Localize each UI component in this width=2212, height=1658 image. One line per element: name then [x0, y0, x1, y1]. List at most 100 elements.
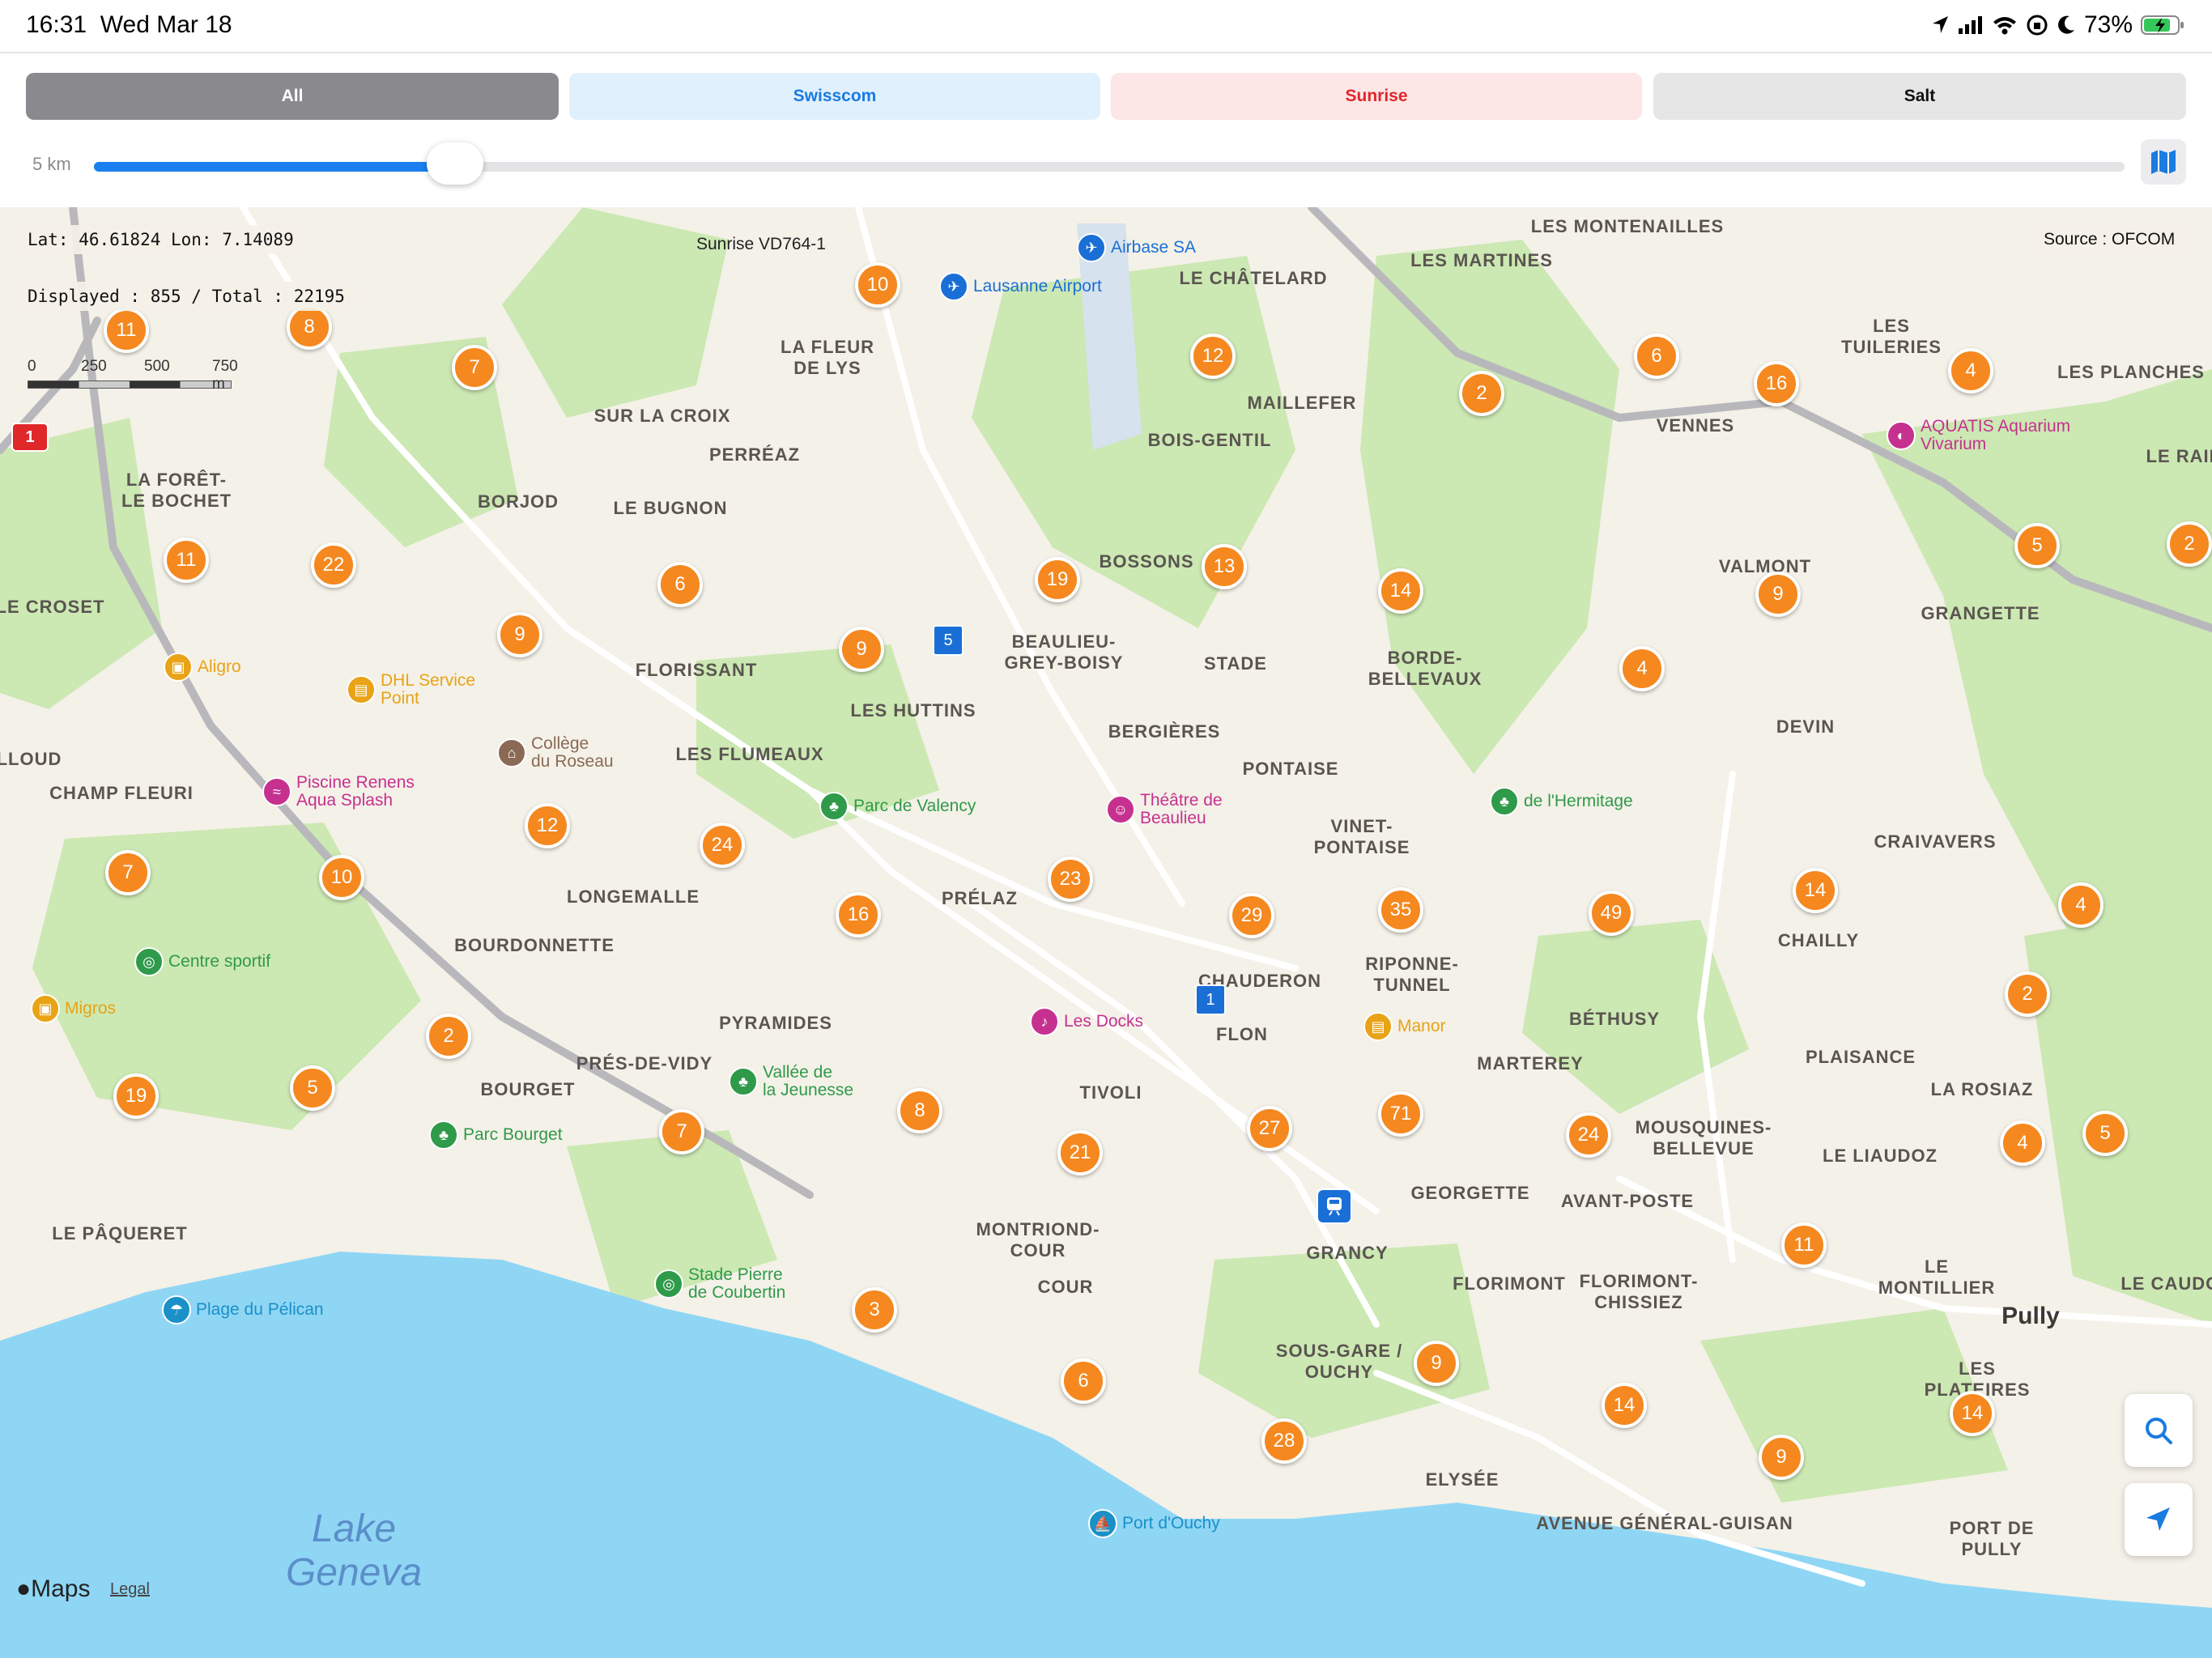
- orientation-lock-icon: [2027, 15, 2048, 36]
- antenna-cluster[interactable]: 14: [1793, 868, 1838, 913]
- sport-icon: ◎: [134, 947, 164, 976]
- poi-marker[interactable]: ◎ Centre sportif: [134, 947, 270, 976]
- status-time: 16:31: [26, 11, 87, 38]
- antenna-cluster[interactable]: 9: [839, 627, 884, 672]
- antenna-cluster[interactable]: 27: [1247, 1106, 1292, 1151]
- antenna-cluster[interactable]: 7: [452, 345, 497, 390]
- antenna-cluster[interactable]: 9: [1759, 1435, 1804, 1480]
- poi-marker[interactable]: ✈ Airbase SA: [1077, 233, 1196, 262]
- antenna-cluster[interactable]: 11: [1781, 1222, 1827, 1268]
- metro-station-icon[interactable]: 5: [933, 625, 963, 656]
- place-label: PORT DE PULLY: [1949, 1518, 2035, 1559]
- antenna-cluster[interactable]: 23: [1048, 857, 1093, 902]
- antenna-cluster[interactable]: 9: [1414, 1341, 1459, 1386]
- filter-all-button[interactable]: All: [26, 73, 559, 120]
- radius-slider-thumb[interactable]: [426, 142, 483, 185]
- fish-icon: ◐: [1887, 421, 1916, 450]
- antenna-cluster[interactable]: 3: [852, 1287, 897, 1333]
- antenna-cluster[interactable]: 6: [1061, 1358, 1106, 1404]
- antenna-cluster[interactable]: 2: [2167, 521, 2212, 567]
- poi-marker[interactable]: ♣ Vallée de la Jeunesse: [729, 1064, 853, 1099]
- train-station-icon[interactable]: [1317, 1188, 1352, 1224]
- antenna-cluster[interactable]: 4: [2000, 1120, 2045, 1166]
- poi-marker[interactable]: ≈ Piscine Renens Aqua Splash: [262, 774, 415, 810]
- radius-slider[interactable]: [94, 162, 2125, 172]
- antenna-cluster[interactable]: 24: [700, 823, 745, 868]
- poi-marker[interactable]: ✈ Lausanne Airport: [939, 272, 1102, 301]
- antenna-cluster[interactable]: 8: [287, 304, 332, 350]
- search-button[interactable]: [2125, 1394, 2193, 1467]
- antenna-cluster[interactable]: 49: [1589, 891, 1634, 936]
- poi-marker[interactable]: ⌂ Collège du Roseau: [497, 735, 614, 771]
- antenna-cluster[interactable]: 12: [1190, 334, 1236, 379]
- antenna-cluster[interactable]: 4: [1948, 348, 1993, 393]
- antenna-cluster[interactable]: 13: [1202, 544, 1247, 589]
- antenna-cluster[interactable]: 5: [290, 1065, 335, 1111]
- poi-marker[interactable]: ◐ AQUATIS Aquarium Vivarium: [1887, 418, 2070, 453]
- lake-label: Lake Geneva: [285, 1507, 423, 1594]
- poi-label: Lausanne Airport: [973, 277, 1102, 295]
- poi-marker[interactable]: ⛵ Port d'Ouchy: [1088, 1509, 1220, 1538]
- antenna-cluster[interactable]: 2: [2005, 971, 2050, 1017]
- antenna-cluster[interactable]: 9: [497, 612, 542, 657]
- poi-marker[interactable]: ♣ de l'Hermitage: [1490, 787, 1633, 816]
- antenna-cluster[interactable]: 14: [1950, 1391, 1995, 1436]
- antenna-cluster[interactable]: 7: [105, 850, 151, 895]
- poi-marker[interactable]: ♪ Les Docks: [1030, 1007, 1143, 1036]
- scale-tick: 250: [81, 358, 107, 375]
- locate-me-button[interactable]: [2125, 1483, 2193, 1556]
- antenna-cluster[interactable]: 19: [113, 1073, 159, 1119]
- antenna-cluster[interactable]: 2: [1459, 371, 1504, 416]
- antenna-cluster[interactable]: 5: [2082, 1111, 2128, 1156]
- map-view[interactable]: LES MONTENAILLES LES MARTINES LE CHÂTELARD…: [0, 207, 2212, 1658]
- antenna-cluster[interactable]: 22: [311, 542, 356, 588]
- antenna-cluster[interactable]: 6: [657, 562, 703, 607]
- cart-icon: ▣: [164, 653, 193, 682]
- poi-marker[interactable]: ◎ Stade Pierre de Coubertin: [654, 1266, 785, 1302]
- metro-station-icon[interactable]: 1: [1195, 984, 1226, 1015]
- antenna-cluster[interactable]: 4: [2058, 882, 2104, 928]
- antenna-cluster[interactable]: 10: [855, 262, 900, 308]
- coordinates-readout: Lat: 46.61824 Lon: 7.14089: [18, 225, 304, 254]
- antenna-cluster[interactable]: 8: [897, 1088, 942, 1133]
- poi-marker[interactable]: ♣ Parc Bourget: [429, 1120, 563, 1150]
- poi-marker[interactable]: ▣ Migros: [31, 994, 116, 1023]
- antenna-cluster[interactable]: 14: [1602, 1383, 1647, 1428]
- legal-link[interactable]: Legal: [110, 1580, 150, 1599]
- antenna-cluster[interactable]: 5: [2014, 523, 2060, 568]
- antenna-cluster[interactable]: 7: [659, 1109, 704, 1154]
- antenna-cluster[interactable]: 11: [104, 308, 149, 353]
- antenna-cluster[interactable]: 6: [1634, 334, 1679, 379]
- antenna-cluster[interactable]: 29: [1229, 893, 1274, 938]
- antenna-cluster[interactable]: 10: [319, 855, 364, 900]
- antenna-cluster[interactable]: 19: [1035, 557, 1080, 602]
- antenna-cluster[interactable]: 16: [1754, 361, 1799, 406]
- poi-marker[interactable]: ☂ Plage du Pélican: [162, 1295, 324, 1324]
- antenna-cluster[interactable]: 71: [1378, 1091, 1423, 1137]
- poi-marker[interactable]: ▤ DHL Service Point: [347, 672, 475, 708]
- antenna-cluster[interactable]: 11: [164, 538, 209, 583]
- antenna-cluster[interactable]: 14: [1378, 568, 1423, 614]
- place-label: LLOUD: [0, 749, 62, 769]
- place-label: PRÉLAZ: [942, 888, 1018, 908]
- filter-salt-button[interactable]: Salt: [1653, 73, 2186, 120]
- antenna-cluster[interactable]: 2: [426, 1014, 471, 1059]
- antenna-cluster[interactable]: 35: [1378, 887, 1423, 933]
- antenna-cluster[interactable]: 16: [836, 892, 881, 937]
- scale-tick: 500: [144, 358, 170, 375]
- poi-marker[interactable]: ▤ Manor: [1363, 1012, 1446, 1041]
- poi-marker[interactable]: ☺ Théâtre de Beaulieu: [1106, 792, 1223, 827]
- filter-swisscom-button[interactable]: Swisscom: [569, 73, 1100, 120]
- filter-sunrise-button[interactable]: Sunrise: [1111, 73, 1642, 120]
- map-mode-button[interactable]: [2141, 139, 2186, 185]
- antenna-cluster[interactable]: 21: [1057, 1130, 1103, 1175]
- place-label: VALMONT: [1718, 556, 1812, 576]
- poi-marker[interactable]: ♣ Parc de Valency: [819, 792, 976, 821]
- antenna-cluster[interactable]: 12: [525, 803, 570, 848]
- poi-label: Stade Pierre de Coubertin: [688, 1265, 786, 1302]
- antenna-cluster[interactable]: 28: [1261, 1418, 1307, 1464]
- antenna-cluster[interactable]: 4: [1619, 646, 1665, 691]
- antenna-cluster[interactable]: 9: [1755, 572, 1801, 617]
- poi-marker[interactable]: ▣ Aligro: [164, 653, 241, 682]
- antenna-cluster[interactable]: 24: [1566, 1112, 1611, 1158]
